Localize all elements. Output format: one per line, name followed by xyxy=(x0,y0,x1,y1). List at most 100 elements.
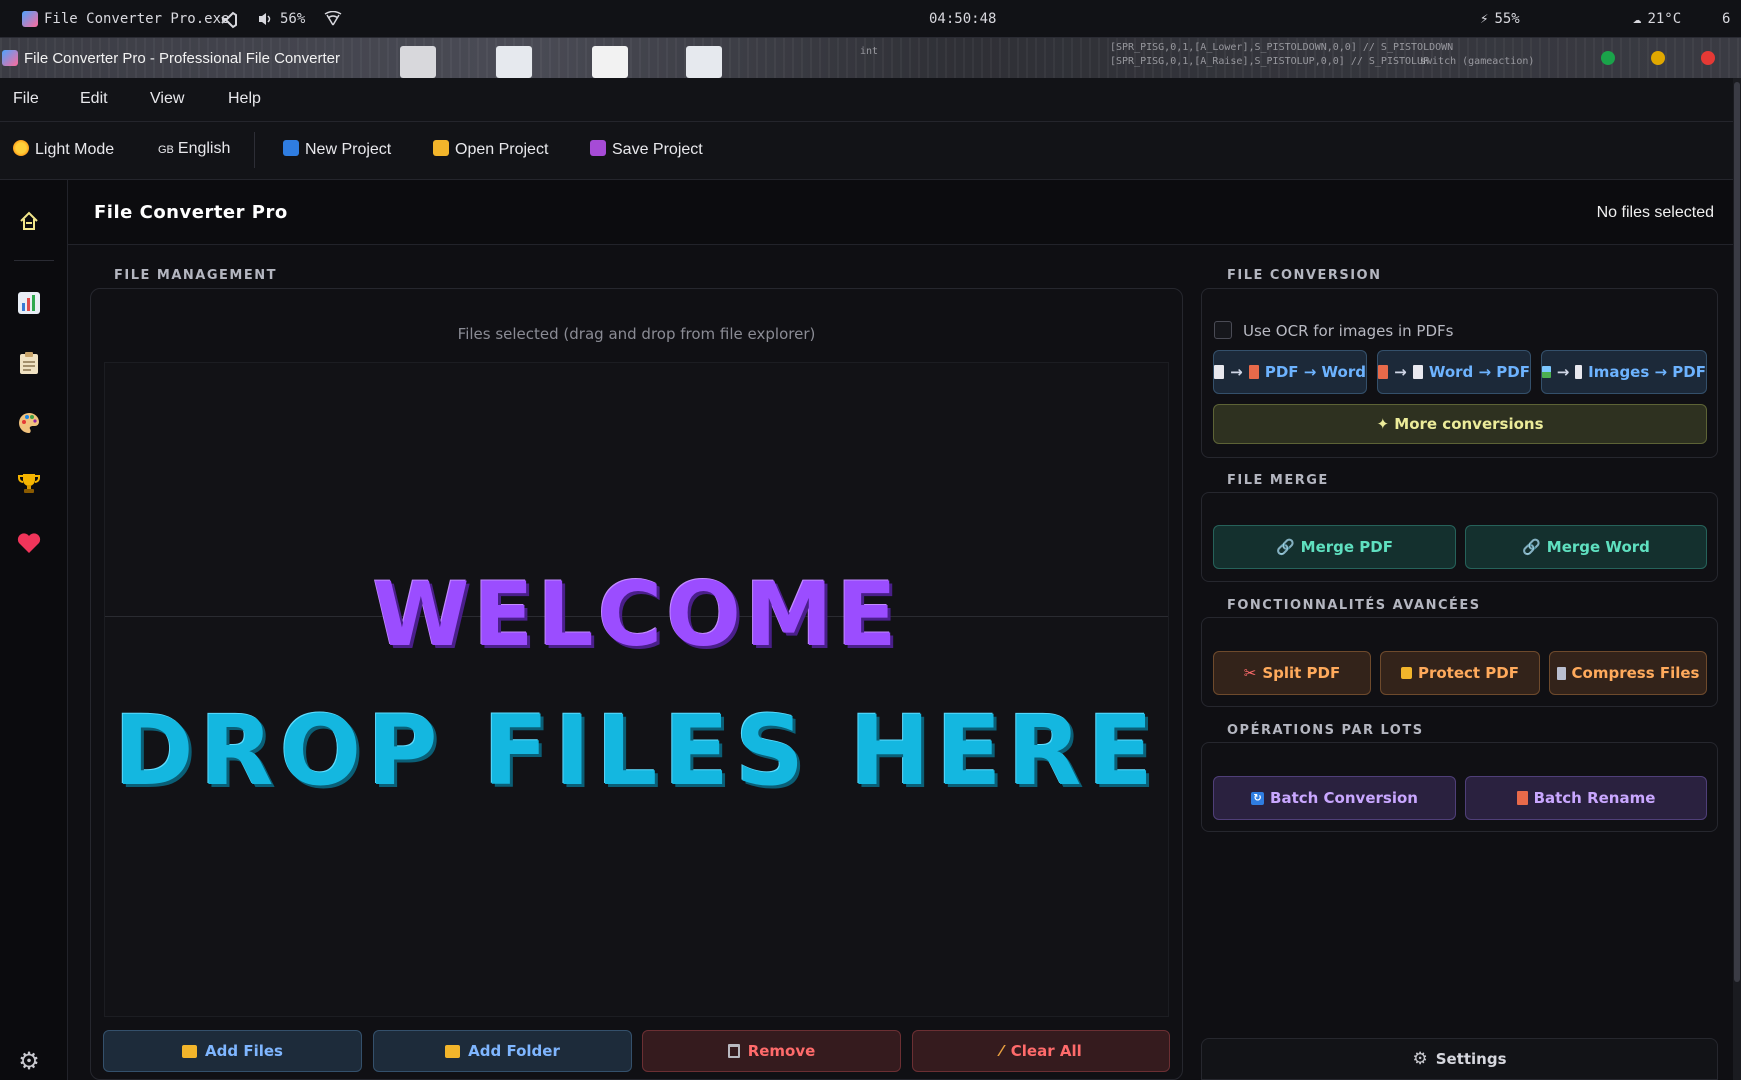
advanced-heading: FONCTIONNALITÉS AVANCÉES xyxy=(1227,598,1481,613)
new-project-button[interactable]: New Project xyxy=(283,140,391,159)
menu-file[interactable]: File xyxy=(13,90,39,108)
folder-icon xyxy=(182,1044,198,1058)
chart-icon[interactable] xyxy=(16,290,42,316)
wifi-icon[interactable] xyxy=(324,10,342,31)
save-project-label: Save Project xyxy=(612,141,703,158)
drop-files-banner: DROP FILES HERE xyxy=(113,695,1160,807)
vscode-icon[interactable] xyxy=(220,11,238,33)
trophy-icon[interactable] xyxy=(16,470,42,496)
weather-value: 21°C xyxy=(1647,11,1682,27)
background-text: switch (gameaction) xyxy=(1420,56,1535,67)
bolt-icon: ⚡ xyxy=(1480,11,1489,27)
broom-icon: ⁄ xyxy=(1000,1042,1003,1060)
welcome-banner: WELCOME xyxy=(372,563,901,666)
sidebar: ⚙ xyxy=(0,180,68,1080)
batch-rename-button[interactable]: Batch Rename xyxy=(1465,776,1707,820)
ocr-label: Use OCR for images in PDFs xyxy=(1243,322,1454,340)
batch-conversion-label: Batch Conversion xyxy=(1270,789,1418,807)
minimize-button[interactable] xyxy=(1651,51,1665,65)
more-conversions-button[interactable]: ✦ More conversions xyxy=(1213,404,1707,444)
protect-pdf-label: Protect PDF xyxy=(1417,664,1519,682)
document-icon xyxy=(1516,791,1528,805)
add-files-button[interactable]: Add Files xyxy=(103,1030,362,1072)
image-icon xyxy=(1542,366,1551,378)
gear-icon[interactable]: ⚙ xyxy=(16,1047,42,1075)
sidebar-divider xyxy=(14,260,54,261)
file-merge-heading: FILE MERGE xyxy=(1227,473,1329,488)
settings-label: Settings xyxy=(1435,1050,1507,1068)
system-taskbar: File Converter Pro.exe 56% 04:50:48 ⚡ 55%… xyxy=(0,0,1741,38)
pdf-file-icon xyxy=(1412,365,1423,379)
menu-help[interactable]: Help xyxy=(228,90,261,108)
word-file-icon xyxy=(1378,365,1389,379)
clear-all-button[interactable]: ⁄ Clear All xyxy=(912,1030,1170,1072)
desktop-file-icon xyxy=(592,46,628,78)
open-project-label: Open Project xyxy=(455,141,549,158)
remove-button[interactable]: Remove xyxy=(642,1030,901,1072)
merge-pdf-button[interactable]: 🔗 Merge PDF xyxy=(1213,525,1456,569)
taskbar-app[interactable]: File Converter Pro.exe xyxy=(22,11,229,27)
close-button[interactable] xyxy=(1701,51,1715,65)
pdf-file-icon xyxy=(1575,365,1583,379)
clipboard-icon[interactable] xyxy=(16,350,42,376)
more-conversions-label: ✦ More conversions xyxy=(1376,415,1544,433)
cloud-icon: ☁ xyxy=(1633,11,1642,27)
word-file-icon xyxy=(1248,365,1259,379)
heart-icon[interactable] xyxy=(16,530,42,556)
settings-button[interactable]: ⚙ Settings xyxy=(1201,1038,1718,1080)
background-text: [SPR_PISG,0,1,[A_Raise],S_PISTOLUP,0,0] … xyxy=(1110,56,1430,67)
language-button[interactable]: GB English xyxy=(158,140,230,158)
background-text: [SPR_PISG,0,1,[A_Lower],S_PISTOLDOWN,0,0… xyxy=(1110,42,1454,53)
app-icon xyxy=(2,50,18,66)
trash-icon xyxy=(727,1044,740,1058)
arrow-icon: → xyxy=(1230,363,1243,381)
palette-icon[interactable] xyxy=(16,410,42,436)
window-titlebar[interactable]: [SPR_PISG,0,1,[A_Lower],S_PISTOLDOWN,0,0… xyxy=(0,38,1741,78)
merge-word-label: Merge Word xyxy=(1546,538,1650,556)
home-icon[interactable] xyxy=(16,208,42,234)
pdf-to-word-button[interactable]: → PDF → Word xyxy=(1213,350,1367,394)
word-to-pdf-button[interactable]: → Word → PDF xyxy=(1377,350,1531,394)
merge-word-button[interactable]: 🔗 Merge Word xyxy=(1465,525,1707,569)
compress-files-label: Compress Files xyxy=(1571,664,1700,682)
drop-zone[interactable]: WELCOME DROP FILES HERE xyxy=(104,362,1169,1017)
clock: 04:50:48 xyxy=(929,11,997,27)
volume-indicator[interactable]: 56% xyxy=(258,11,305,27)
flag-icon: GB xyxy=(158,144,174,156)
page-header: File Converter Pro No files selected xyxy=(68,180,1741,245)
refresh-icon: ↻ xyxy=(1251,791,1265,805)
open-project-button[interactable]: Open Project xyxy=(433,140,548,159)
split-pdf-label: Split PDF xyxy=(1262,664,1341,682)
maximize-button[interactable] xyxy=(1601,51,1615,65)
compress-files-button[interactable]: Compress Files xyxy=(1549,651,1707,695)
images-to-pdf-label: Images → PDF xyxy=(1588,363,1706,381)
ocr-checkbox[interactable] xyxy=(1214,321,1232,339)
gear-icon: ⚙ xyxy=(1412,1049,1428,1069)
images-to-pdf-button[interactable]: → Images → PDF xyxy=(1541,350,1707,394)
menu-view[interactable]: View xyxy=(150,90,184,108)
file-conversion-heading: FILE CONVERSION xyxy=(1227,268,1382,283)
battery-value: 55% xyxy=(1494,11,1520,27)
volume-value: 56% xyxy=(280,11,306,27)
new-project-label: New Project xyxy=(305,141,392,158)
merge-pdf-label: Merge PDF xyxy=(1300,538,1393,556)
taskbar-app-name: File Converter Pro.exe xyxy=(44,11,230,27)
save-project-button[interactable]: Save Project xyxy=(590,140,703,159)
add-folder-label: Add Folder xyxy=(468,1042,560,1060)
sun-icon xyxy=(13,140,29,156)
weather-indicator: ☁ 21°C xyxy=(1633,11,1681,27)
add-folder-button[interactable]: Add Folder xyxy=(373,1030,632,1072)
toolbar-divider xyxy=(254,132,255,168)
taskbar-edge-label: 6 xyxy=(1722,11,1731,27)
language-label: English xyxy=(177,140,231,157)
add-files-label: Add Files xyxy=(205,1042,283,1060)
clear-all-label: Clear All xyxy=(1010,1042,1082,1060)
protect-pdf-button[interactable]: Protect PDF xyxy=(1380,651,1540,695)
batch-conversion-button[interactable]: ↻ Batch Conversion xyxy=(1213,776,1456,820)
split-pdf-button[interactable]: ✂ Split PDF xyxy=(1213,651,1371,695)
scrollbar-thumb[interactable] xyxy=(1734,82,1740,982)
menu-edit[interactable]: Edit xyxy=(80,90,108,108)
light-mode-button[interactable]: Light Mode xyxy=(13,140,114,159)
menu-bar: File Edit View Help xyxy=(0,78,1741,122)
word-to-pdf-label: Word → PDF xyxy=(1428,363,1530,381)
